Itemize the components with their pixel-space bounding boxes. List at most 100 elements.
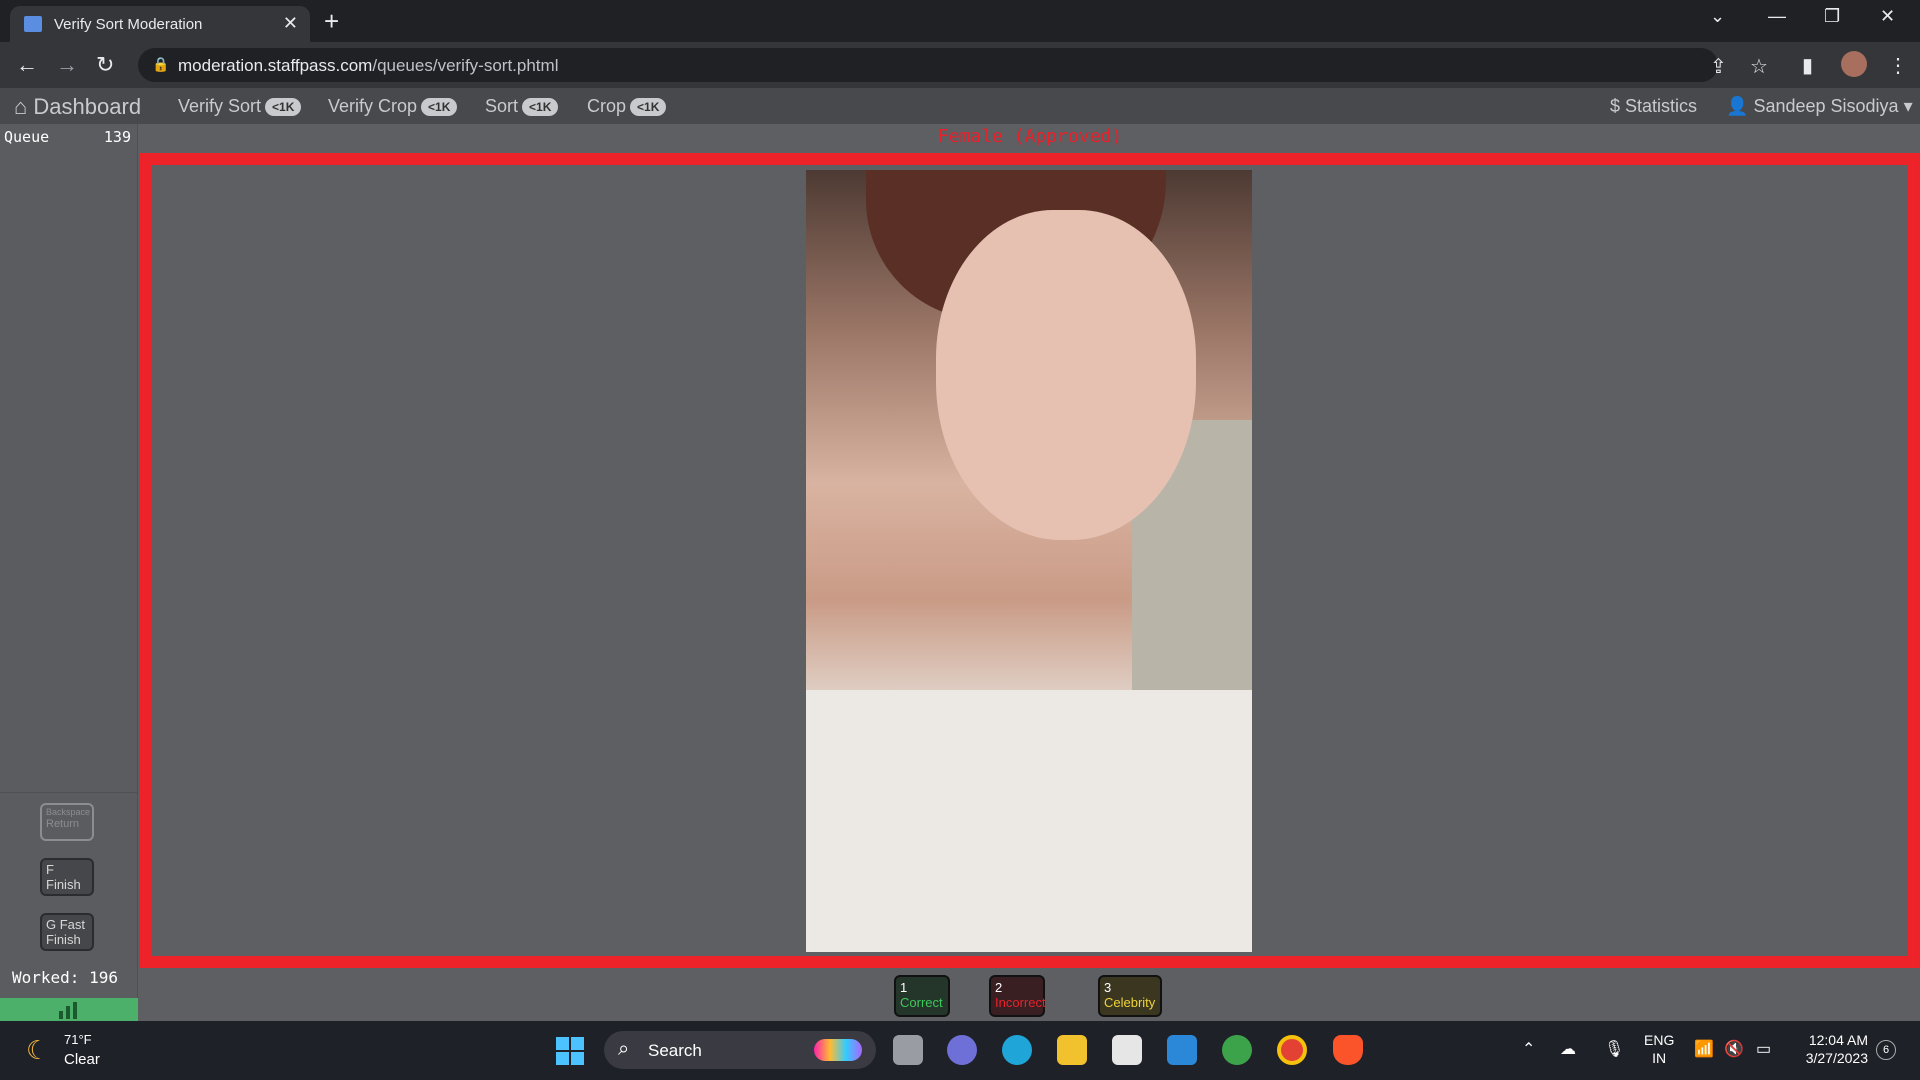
mail-icon[interactable] xyxy=(1167,1035,1197,1065)
vote-label: Correct xyxy=(900,995,943,1010)
queue-count: 139 xyxy=(103,128,131,146)
worked-progress-bar xyxy=(0,998,138,1021)
finish-button[interactable]: F Finish xyxy=(40,858,94,896)
wifi-icon[interactable]: 📶 xyxy=(1694,1039,1714,1059)
chrome-icon[interactable] xyxy=(1277,1035,1307,1065)
windows-taskbar: ☾ 71°F Clear ⌕ Search ⌃ ☁ 🎙 ENG IN 📶 🔇 ▭… xyxy=(0,1021,1920,1080)
profile-avatar[interactable] xyxy=(1841,51,1867,77)
tab-search-icon[interactable]: ⌄ xyxy=(1710,6,1725,27)
site-navbar: ⌂ Dashboard Verify Sort <1K Verify Crop <1… xyxy=(0,88,1920,124)
moderation-image xyxy=(806,170,1252,952)
bar-chart-icon[interactable] xyxy=(58,1001,78,1019)
worked-count: Worked: 196 xyxy=(12,968,118,987)
teams-chat-icon[interactable] xyxy=(947,1035,977,1065)
url-text: moderation.staffpass.com/queues/verify-s… xyxy=(178,56,558,76)
count-badge: <1K xyxy=(421,98,458,117)
lock-icon[interactable]: 🔒 xyxy=(152,56,169,73)
search-highlight-icon xyxy=(814,1039,862,1061)
image-face xyxy=(936,210,1196,540)
task-view-icon[interactable] xyxy=(893,1035,923,1065)
correct-button[interactable]: 1 Correct xyxy=(894,975,950,1017)
tab-title: Verify Sort Moderation xyxy=(54,16,203,33)
nav-crop[interactable]: Crop <1K xyxy=(587,96,667,117)
vote-key: 3 xyxy=(1104,980,1112,995)
key-hint: F xyxy=(46,862,54,877)
nav-label: Crop xyxy=(587,96,627,116)
address-bar[interactable]: 🔒 moderation.staffpass.com/queues/verify… xyxy=(138,48,1768,82)
show-hidden-icons[interactable]: ⌃ xyxy=(1522,1039,1535,1059)
statistics-link[interactable]: $ Statistics xyxy=(1610,96,1697,117)
new-tab-button[interactable]: + xyxy=(324,6,339,37)
minimize-button[interactable]: — xyxy=(1768,6,1786,27)
windows-start-icon[interactable] xyxy=(556,1037,584,1065)
share-icon[interactable]: ⇪ xyxy=(1710,54,1727,79)
browser-tab[interactable]: Verify Sort Moderation ✕ xyxy=(10,6,310,42)
dashboard-link[interactable]: ⌂ Dashboard xyxy=(14,94,141,120)
search-icon: ⌕ xyxy=(618,1038,630,1060)
celebrity-button[interactable]: 3 Celebrity xyxy=(1098,975,1162,1017)
classification-status: Female (Approved) xyxy=(937,126,1123,147)
user-name: Sandeep Sisodiya xyxy=(1753,96,1899,116)
nav-label: Verify Crop xyxy=(328,96,418,116)
language-indicator[interactable]: ENG IN xyxy=(1644,1031,1674,1067)
forward-icon[interactable]: → xyxy=(56,52,78,78)
nav-verify-sort[interactable]: Verify Sort <1K xyxy=(178,96,302,117)
system-clock[interactable]: 12:04 AM 3/27/2023 xyxy=(1794,1031,1868,1067)
return-button[interactable]: Backspace Return xyxy=(40,803,94,841)
key-hint: Backspace xyxy=(46,807,91,817)
battery-icon[interactable]: ▭ xyxy=(1756,1039,1771,1059)
photos-icon[interactable] xyxy=(1222,1035,1252,1065)
url-domain: moderation.staffpass.com xyxy=(178,56,373,75)
weather-condition[interactable]: Clear xyxy=(64,1051,100,1068)
speaker-muted-icon[interactable]: 🔇 xyxy=(1724,1039,1744,1059)
microsoft-store-icon[interactable] xyxy=(1112,1035,1142,1065)
language-code: ENG xyxy=(1644,1032,1675,1048)
image-shirt xyxy=(806,690,1252,952)
file-explorer-icon[interactable] xyxy=(1057,1035,1087,1065)
reload-icon[interactable]: ↻ xyxy=(96,52,114,78)
back-icon[interactable]: ← xyxy=(16,52,38,78)
chrome-menu-icon[interactable]: ⋮ xyxy=(1888,53,1908,78)
vote-key: 2 xyxy=(995,980,1003,995)
browser-tabbar: Verify Sort Moderation ✕ + ⌄ — ❐ ✕ xyxy=(0,0,1920,42)
restore-button[interactable]: ❐ xyxy=(1824,6,1840,27)
user-icon: 👤 xyxy=(1726,96,1749,116)
edge-icon[interactable] xyxy=(1002,1035,1032,1065)
dashboard-label: Dashboard xyxy=(33,94,142,119)
microphone-icon[interactable]: 🎙 xyxy=(1604,1039,1624,1059)
taskbar-search[interactable]: ⌕ Search xyxy=(604,1031,876,1069)
nav-verify-crop[interactable]: Verify Crop <1K xyxy=(328,96,458,117)
language-region: IN xyxy=(1652,1050,1667,1066)
sidebar-divider xyxy=(0,792,138,793)
caret-down-icon: ▾ xyxy=(1903,96,1913,116)
key-label: Return xyxy=(46,818,80,830)
count-badge: <1K xyxy=(522,98,559,117)
notification-badge[interactable]: 6 xyxy=(1876,1040,1896,1060)
close-tab-icon[interactable]: ✕ xyxy=(283,13,298,34)
url-path: /queues/verify-sort.phtml xyxy=(372,56,559,75)
brave-icon[interactable] xyxy=(1333,1035,1363,1065)
nav-sort[interactable]: Sort <1K xyxy=(485,96,559,117)
clock-time: 12:04 AM xyxy=(1808,1032,1868,1048)
fast-finish-button[interactable]: G Fast Finish xyxy=(40,913,94,951)
user-menu[interactable]: 👤 Sandeep Sisodiya ▾ xyxy=(1726,96,1913,117)
side-panel-icon[interactable]: ▮ xyxy=(1802,53,1813,78)
nav-label: Sort xyxy=(485,96,519,116)
count-badge: <1K xyxy=(630,98,667,117)
vote-label: Celebrity xyxy=(1104,995,1156,1010)
bookmark-star-icon[interactable]: ☆ xyxy=(1750,54,1768,79)
vote-label: Incorrect xyxy=(995,995,1046,1010)
key-hint: G Fast xyxy=(46,917,86,932)
sidebar: Queue 139 Backspace Return F Finish G Fa… xyxy=(0,124,138,1021)
weather-temperature[interactable]: 71°F xyxy=(64,1032,92,1047)
vote-key: 1 xyxy=(900,980,908,995)
key-label: Finish xyxy=(46,932,81,947)
count-badge: <1K xyxy=(265,98,302,117)
nav-label: Verify Sort xyxy=(178,96,262,116)
moon-icon[interactable]: ☾ xyxy=(26,1035,49,1066)
incorrect-button[interactable]: 2 Incorrect xyxy=(989,975,1046,1017)
search-label: Search xyxy=(648,1041,702,1060)
window-close-button[interactable]: ✕ xyxy=(1880,6,1895,27)
onedrive-icon[interactable]: ☁ xyxy=(1560,1039,1576,1059)
home-icon: ⌂ xyxy=(14,94,28,119)
